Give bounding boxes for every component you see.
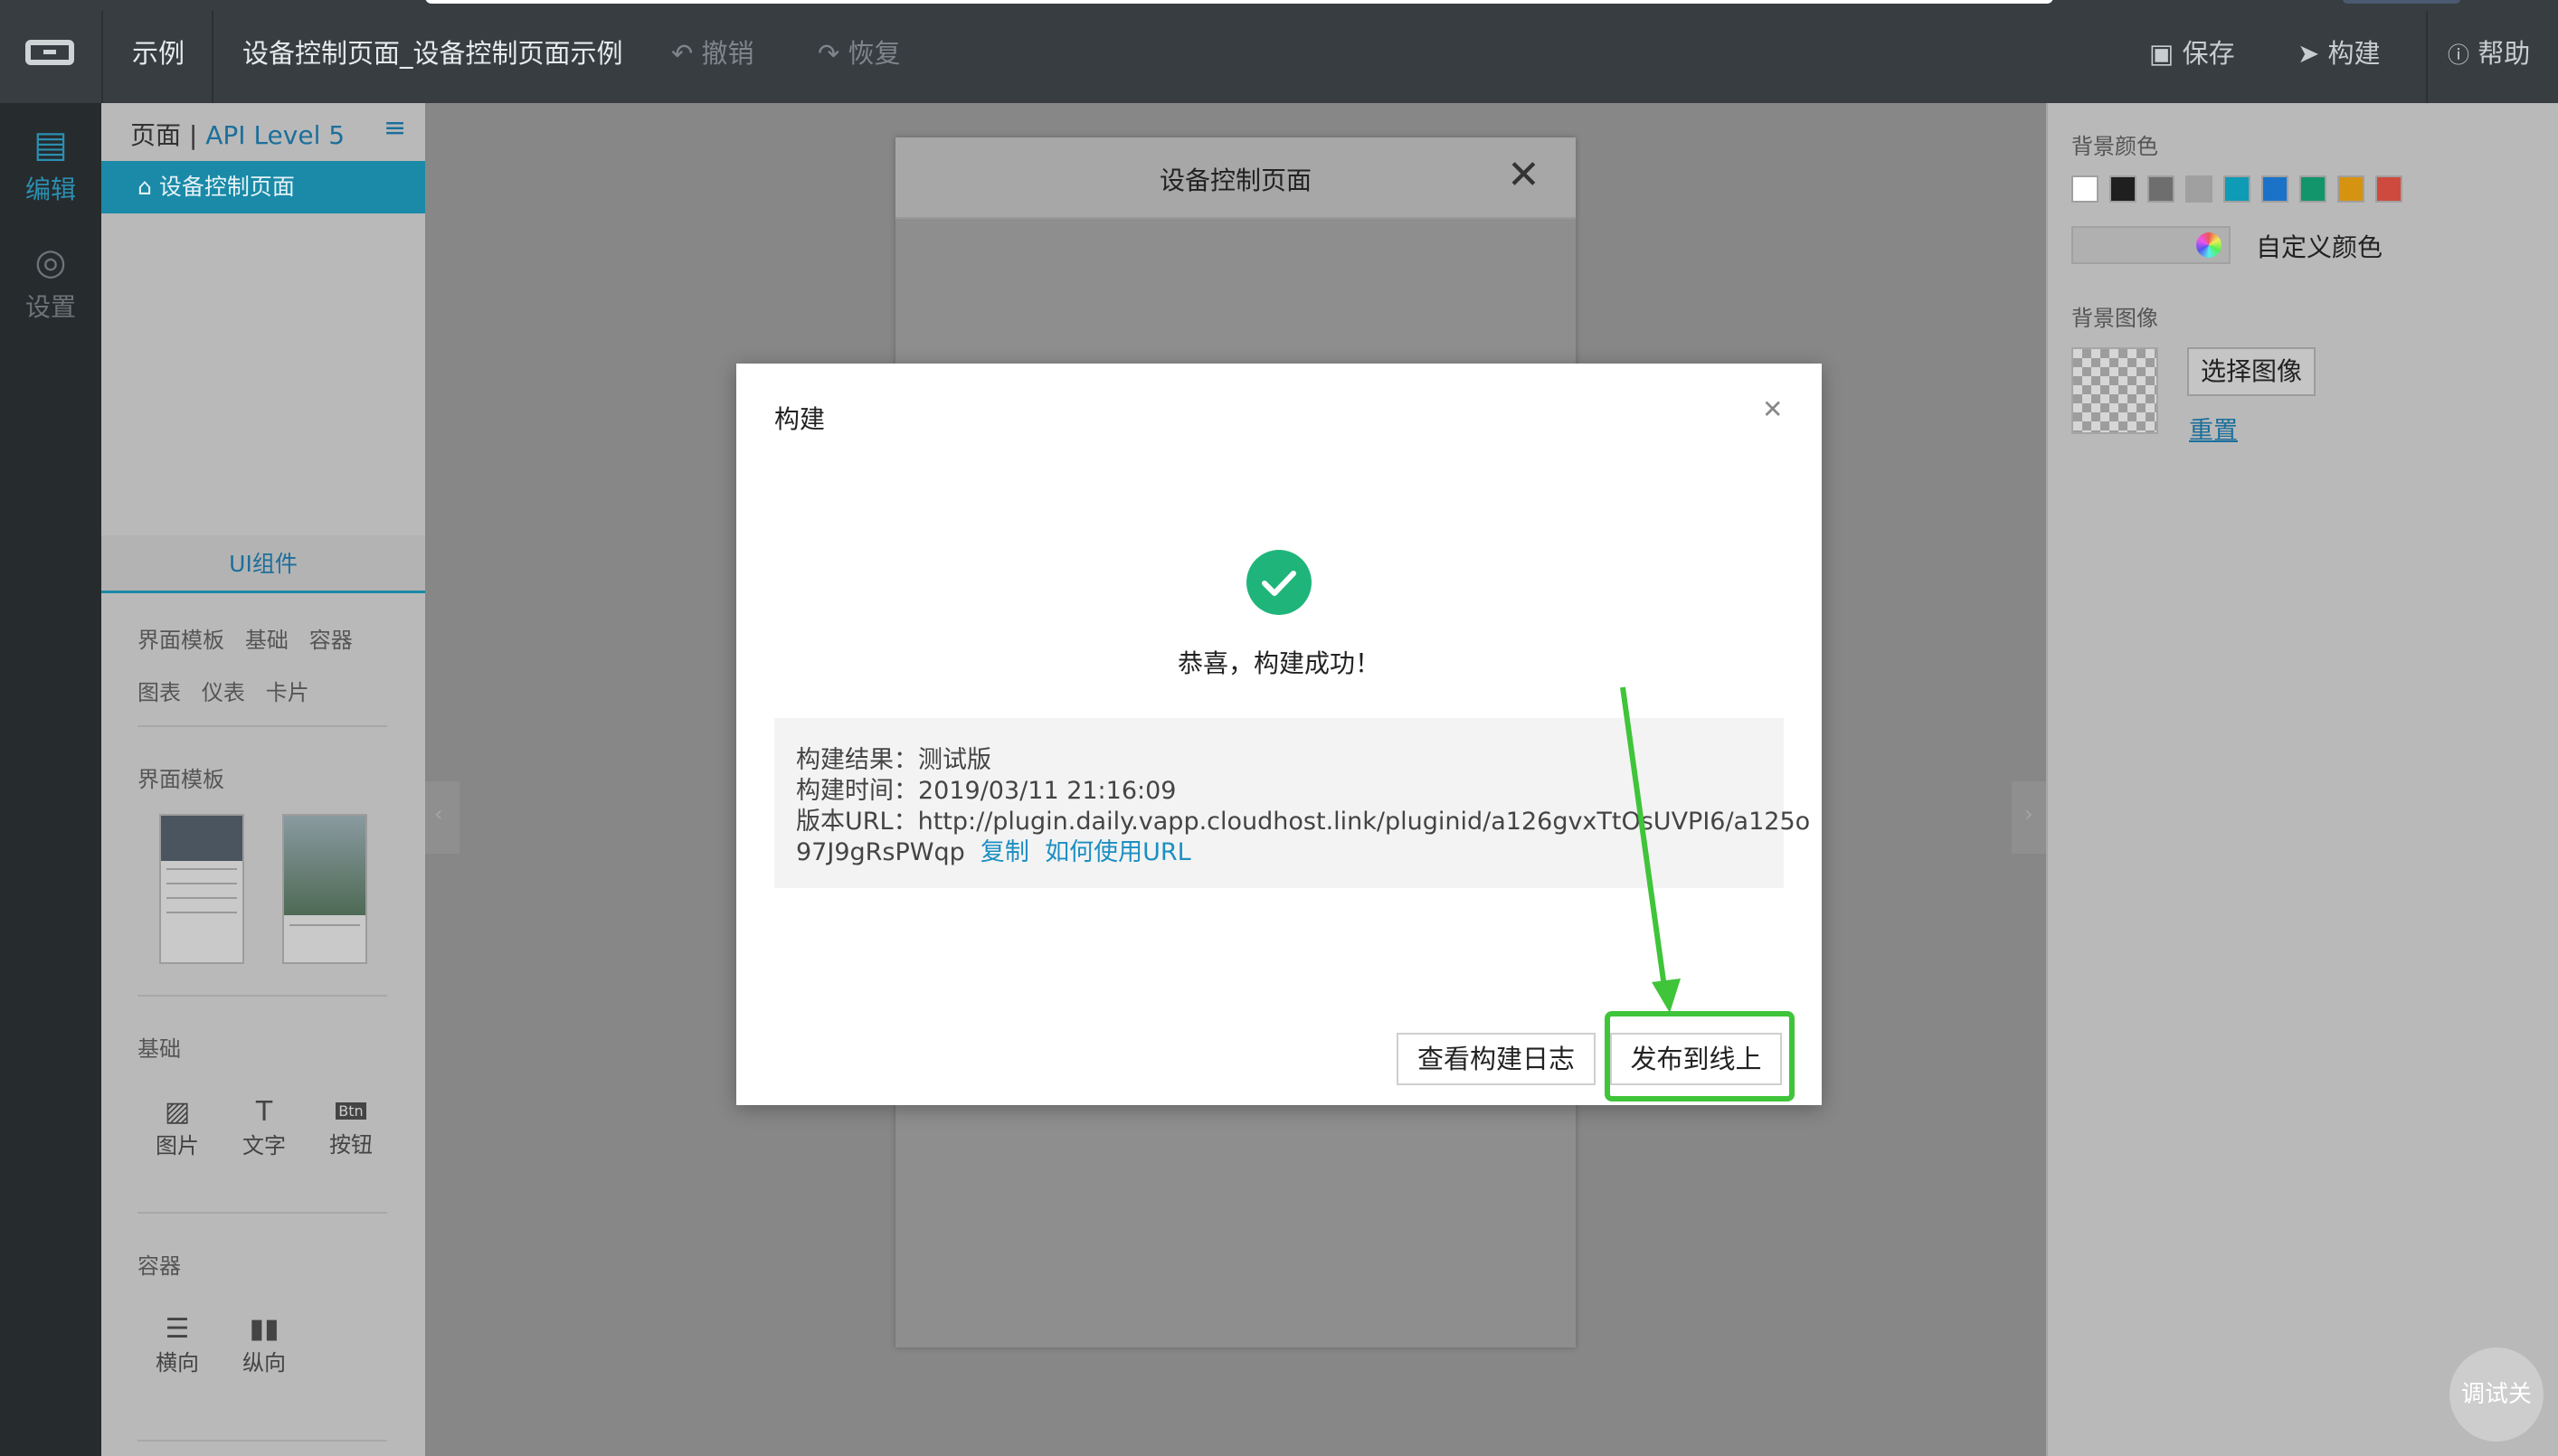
divider — [137, 1212, 387, 1214]
component-button[interactable]: Btn 按钮 — [324, 1096, 378, 1158]
rail-item-settings[interactable]: ◎ 设置 — [0, 242, 101, 324]
category-row: 界面模板 基础 容器 — [137, 622, 353, 654]
app-logo-icon[interactable] — [25, 40, 74, 65]
category-cards[interactable]: 卡片 — [266, 680, 309, 705]
color-swatch-black[interactable] — [2109, 175, 2136, 203]
redo-icon: ↷ — [818, 38, 840, 69]
custom-color-label: 自定义颜色 — [2256, 232, 2383, 262]
choose-image-button[interactable]: 选择图像 — [2187, 347, 2316, 396]
template-thumbnail-list[interactable] — [159, 814, 244, 964]
color-swatch-white[interactable] — [2071, 175, 2099, 203]
undo-icon: ↶ — [671, 38, 694, 69]
divider — [137, 995, 387, 997]
bg-color-label: 背景颜色 — [2071, 134, 2158, 159]
right-properties-panel: 背景颜色 自定义颜色 背景图像 选择图像 重置 — [2046, 103, 2558, 1456]
divider — [137, 1440, 387, 1442]
reset-link[interactable]: 重置 — [2189, 411, 2238, 446]
divider — [137, 725, 387, 727]
help-button[interactable]: ⓘ 帮助 — [2448, 33, 2530, 71]
redo-button[interactable]: ↷ 恢复 — [818, 33, 901, 71]
category-container[interactable]: 容器 — [309, 628, 353, 653]
build-button[interactable]: ➤ 构建 — [2297, 33, 2381, 71]
custom-color-input[interactable] — [2071, 226, 2231, 264]
component-horizontal[interactable]: ☰ 横向 — [150, 1313, 204, 1376]
save-button[interactable]: ▣ 保存 — [2149, 33, 2235, 71]
save-icon: ▣ — [2149, 38, 2174, 69]
bg-image-label: 背景图像 — [2071, 306, 2158, 331]
page-item-device-control[interactable]: ⌂ 设备控制页面 — [101, 161, 425, 213]
build-info-box: 构建结果：测试版 构建时间：2019/03/11 21:16:09 版本URL：… — [774, 718, 1810, 888]
build-result-row: 构建结果：测试版 — [796, 746, 991, 774]
rail-item-edit[interactable]: ▤ 编辑 — [0, 125, 101, 206]
menu-icon[interactable]: ≡ — [384, 112, 406, 144]
page-title: 设备控制页面_设备控制页面示例 — [242, 38, 623, 69]
help-icon: ⓘ — [2448, 43, 2469, 68]
settings-icon: ◎ — [34, 241, 67, 283]
version-url-row: 版本URL：http://plugin.daily.vapp.cloudhost… — [796, 808, 1811, 836]
color-wheel-icon — [2196, 232, 2222, 258]
debug-toggle-button[interactable]: 调试关 — [2449, 1347, 2544, 1442]
toolbar-divider — [212, 11, 213, 103]
color-swatch-cyan[interactable] — [2223, 175, 2250, 203]
toolbar-divider — [101, 11, 103, 103]
version-url-row-2: 97J9gRsPWqp 复制 如何使用URL — [796, 838, 1191, 866]
home-icon: ⌂ — [137, 174, 152, 200]
example-menu[interactable]: 示例 — [132, 33, 185, 71]
top-toolbar: 示例 设备控制页面_设备控制页面示例 ↶ 撤销 ↷ 恢复 ▣ 保存 ➤ 构建 ⓘ… — [0, 0, 2558, 103]
build-info-text: 构建结果：测试版 构建时间：2019/03/11 21:16:09 版本URL：… — [796, 745, 1810, 868]
section-title-basic: 基础 — [137, 1036, 181, 1062]
annotation-highlight-box — [1605, 1011, 1795, 1101]
section-title-templates: 界面模板 — [137, 767, 224, 792]
collapse-left-handle[interactable]: ‹ — [425, 781, 459, 854]
edit-panel-icon: ▤ — [33, 124, 68, 165]
component-text[interactable]: T 文字 — [237, 1096, 291, 1159]
close-icon[interactable]: ✕ — [1507, 152, 1540, 198]
browser-url-bar — [425, 0, 2053, 4]
tab-ui-components[interactable]: UI组件 — [101, 535, 425, 593]
text-icon: T — [255, 1096, 273, 1128]
paper-plane-icon: ➤ — [2297, 38, 2320, 69]
category-basic[interactable]: 基础 — [245, 628, 289, 653]
chevron-left-icon: ‹ — [434, 801, 443, 827]
category-row: 图表 仪表 卡片 — [137, 675, 309, 706]
chevron-right-icon: › — [2024, 801, 2033, 827]
dialog-title: 构建 — [774, 404, 826, 434]
view-build-log-button[interactable]: 查看构建日志 — [1397, 1033, 1596, 1085]
success-check-icon — [1246, 550, 1312, 615]
color-swatch-green[interactable] — [2299, 175, 2326, 203]
section-title-container: 容器 — [137, 1253, 181, 1279]
category-charts[interactable]: 图表 — [137, 680, 181, 705]
horizontal-layout-icon: ☰ — [165, 1313, 190, 1345]
component-vertical[interactable]: ▮▮ 纵向 — [237, 1313, 291, 1376]
color-swatch-red[interactable] — [2375, 175, 2402, 203]
how-to-use-url-link[interactable]: 如何使用URL — [1045, 838, 1191, 866]
category-gauges[interactable]: 仪表 — [202, 680, 245, 705]
left-panel: 页面 | API Level 5 ≡ ⌂ 设备控制页面 UI组件 界面模板 基础… — [101, 103, 425, 1456]
phone-header: 设备控制页面 ✕ — [895, 137, 1576, 219]
component-image[interactable]: ▨ 图片 — [150, 1096, 204, 1159]
color-swatch-gray[interactable] — [2147, 175, 2174, 203]
close-icon[interactable]: ✕ — [1762, 394, 1783, 424]
vertical-layout-icon: ▮▮ — [249, 1313, 279, 1345]
left-rail: ▤ 编辑 ◎ 设置 — [0, 103, 101, 1456]
color-swatch-light-gray[interactable] — [2185, 175, 2212, 203]
toolbar-divider — [2426, 11, 2428, 103]
copy-link[interactable]: 复制 — [981, 838, 1029, 866]
color-swatch-orange[interactable] — [2337, 175, 2364, 203]
color-swatch-blue[interactable] — [2261, 175, 2288, 203]
category-templates[interactable]: 界面模板 — [137, 628, 224, 653]
template-thumbnail-landscape[interactable] — [282, 814, 367, 964]
undo-button[interactable]: ↶ 撤销 — [671, 33, 754, 71]
button-icon: Btn — [324, 1096, 378, 1127]
browser-extension — [2343, 0, 2460, 4]
bg-image-preview — [2071, 347, 2158, 434]
image-icon: ▨ — [164, 1096, 191, 1128]
phone-page-title: 设备控制页面 — [1159, 165, 1312, 195]
page-list-header: 页面 | API Level 5 — [130, 120, 346, 150]
success-message: 恭喜，构建成功！ — [1177, 648, 1380, 678]
build-time-row: 构建时间：2019/03/11 21:16:09 — [796, 777, 1177, 805]
build-dialog: 构建 ✕ 恭喜，构建成功！ 构建结果：测试版 构建时间：2019/03/11 2… — [736, 364, 1822, 1105]
collapse-right-handle[interactable]: › — [2012, 781, 2046, 854]
